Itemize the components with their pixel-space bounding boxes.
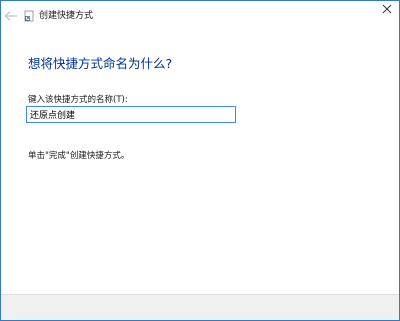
name-field-label: 键入该快捷方式的名称(T): bbox=[28, 95, 128, 105]
back-arrow-icon bbox=[4, 11, 17, 21]
wizard-content: 想将快捷方式命名为什么? 键入该快捷方式的名称(T): 单击"完成"创建快捷方式… bbox=[1, 32, 399, 295]
window-title: 创建快捷方式 bbox=[39, 11, 94, 21]
create-shortcut-window: 创建快捷方式 想将快捷方式命名为什么? 键入该快捷方式的名称(T): 单击"完成… bbox=[0, 0, 400, 321]
finish-hint-text: 单击"完成"创建快捷方式。 bbox=[28, 151, 130, 161]
shortcut-name-input[interactable] bbox=[26, 106, 236, 123]
back-button[interactable] bbox=[4, 10, 18, 22]
title-bar: 创建快捷方式 bbox=[1, 1, 399, 32]
shortcut-icon bbox=[24, 10, 34, 22]
close-button[interactable] bbox=[379, 1, 395, 17]
button-footer bbox=[1, 294, 399, 320]
page-heading: 想将快捷方式命名为什么? bbox=[28, 56, 173, 71]
close-icon bbox=[382, 4, 392, 14]
